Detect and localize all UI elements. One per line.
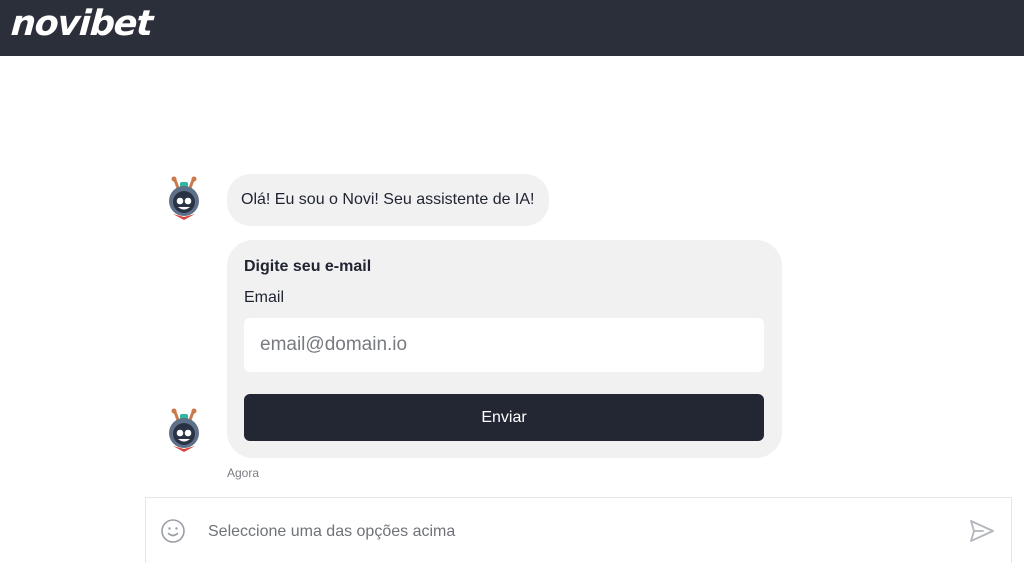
form-title: Digite seu e-mail — [244, 258, 372, 275]
bot-avatar — [164, 174, 204, 222]
top-header: novibet — [0, 0, 1024, 56]
email-label: Email — [244, 289, 285, 306]
brand-logo[interactable]: novibet — [9, 2, 154, 46]
smiley-icon[interactable] — [160, 518, 186, 544]
email-form-card: Digite seu e-mail Email Enviar — [227, 240, 782, 458]
submit-email-button[interactable]: Enviar — [244, 394, 764, 441]
message-input[interactable] — [206, 516, 950, 548]
message-timestamp: Agora — [227, 466, 260, 480]
message-composer — [145, 497, 1012, 563]
robot-avatar-icon — [169, 408, 199, 452]
robot-avatar-icon — [169, 176, 199, 220]
greeting-message: Olá! Eu sou o Novi! Seu assistente de IA… — [227, 174, 549, 226]
paper-plane-icon[interactable] — [968, 517, 996, 545]
bot-avatar — [164, 406, 204, 454]
email-field[interactable] — [244, 318, 764, 372]
